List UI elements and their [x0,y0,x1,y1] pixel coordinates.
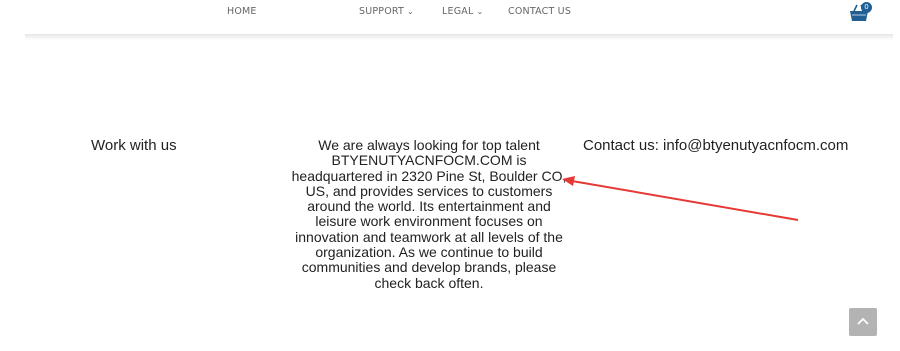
red-arrow-annotation [562,176,799,221]
scroll-to-top-button[interactable] [849,308,877,336]
chevron-up-icon [857,317,869,325]
page: HOME SUPPORT ⌄ LEGAL ⌄ CONTACT US 0 Work w… [0,0,900,351]
